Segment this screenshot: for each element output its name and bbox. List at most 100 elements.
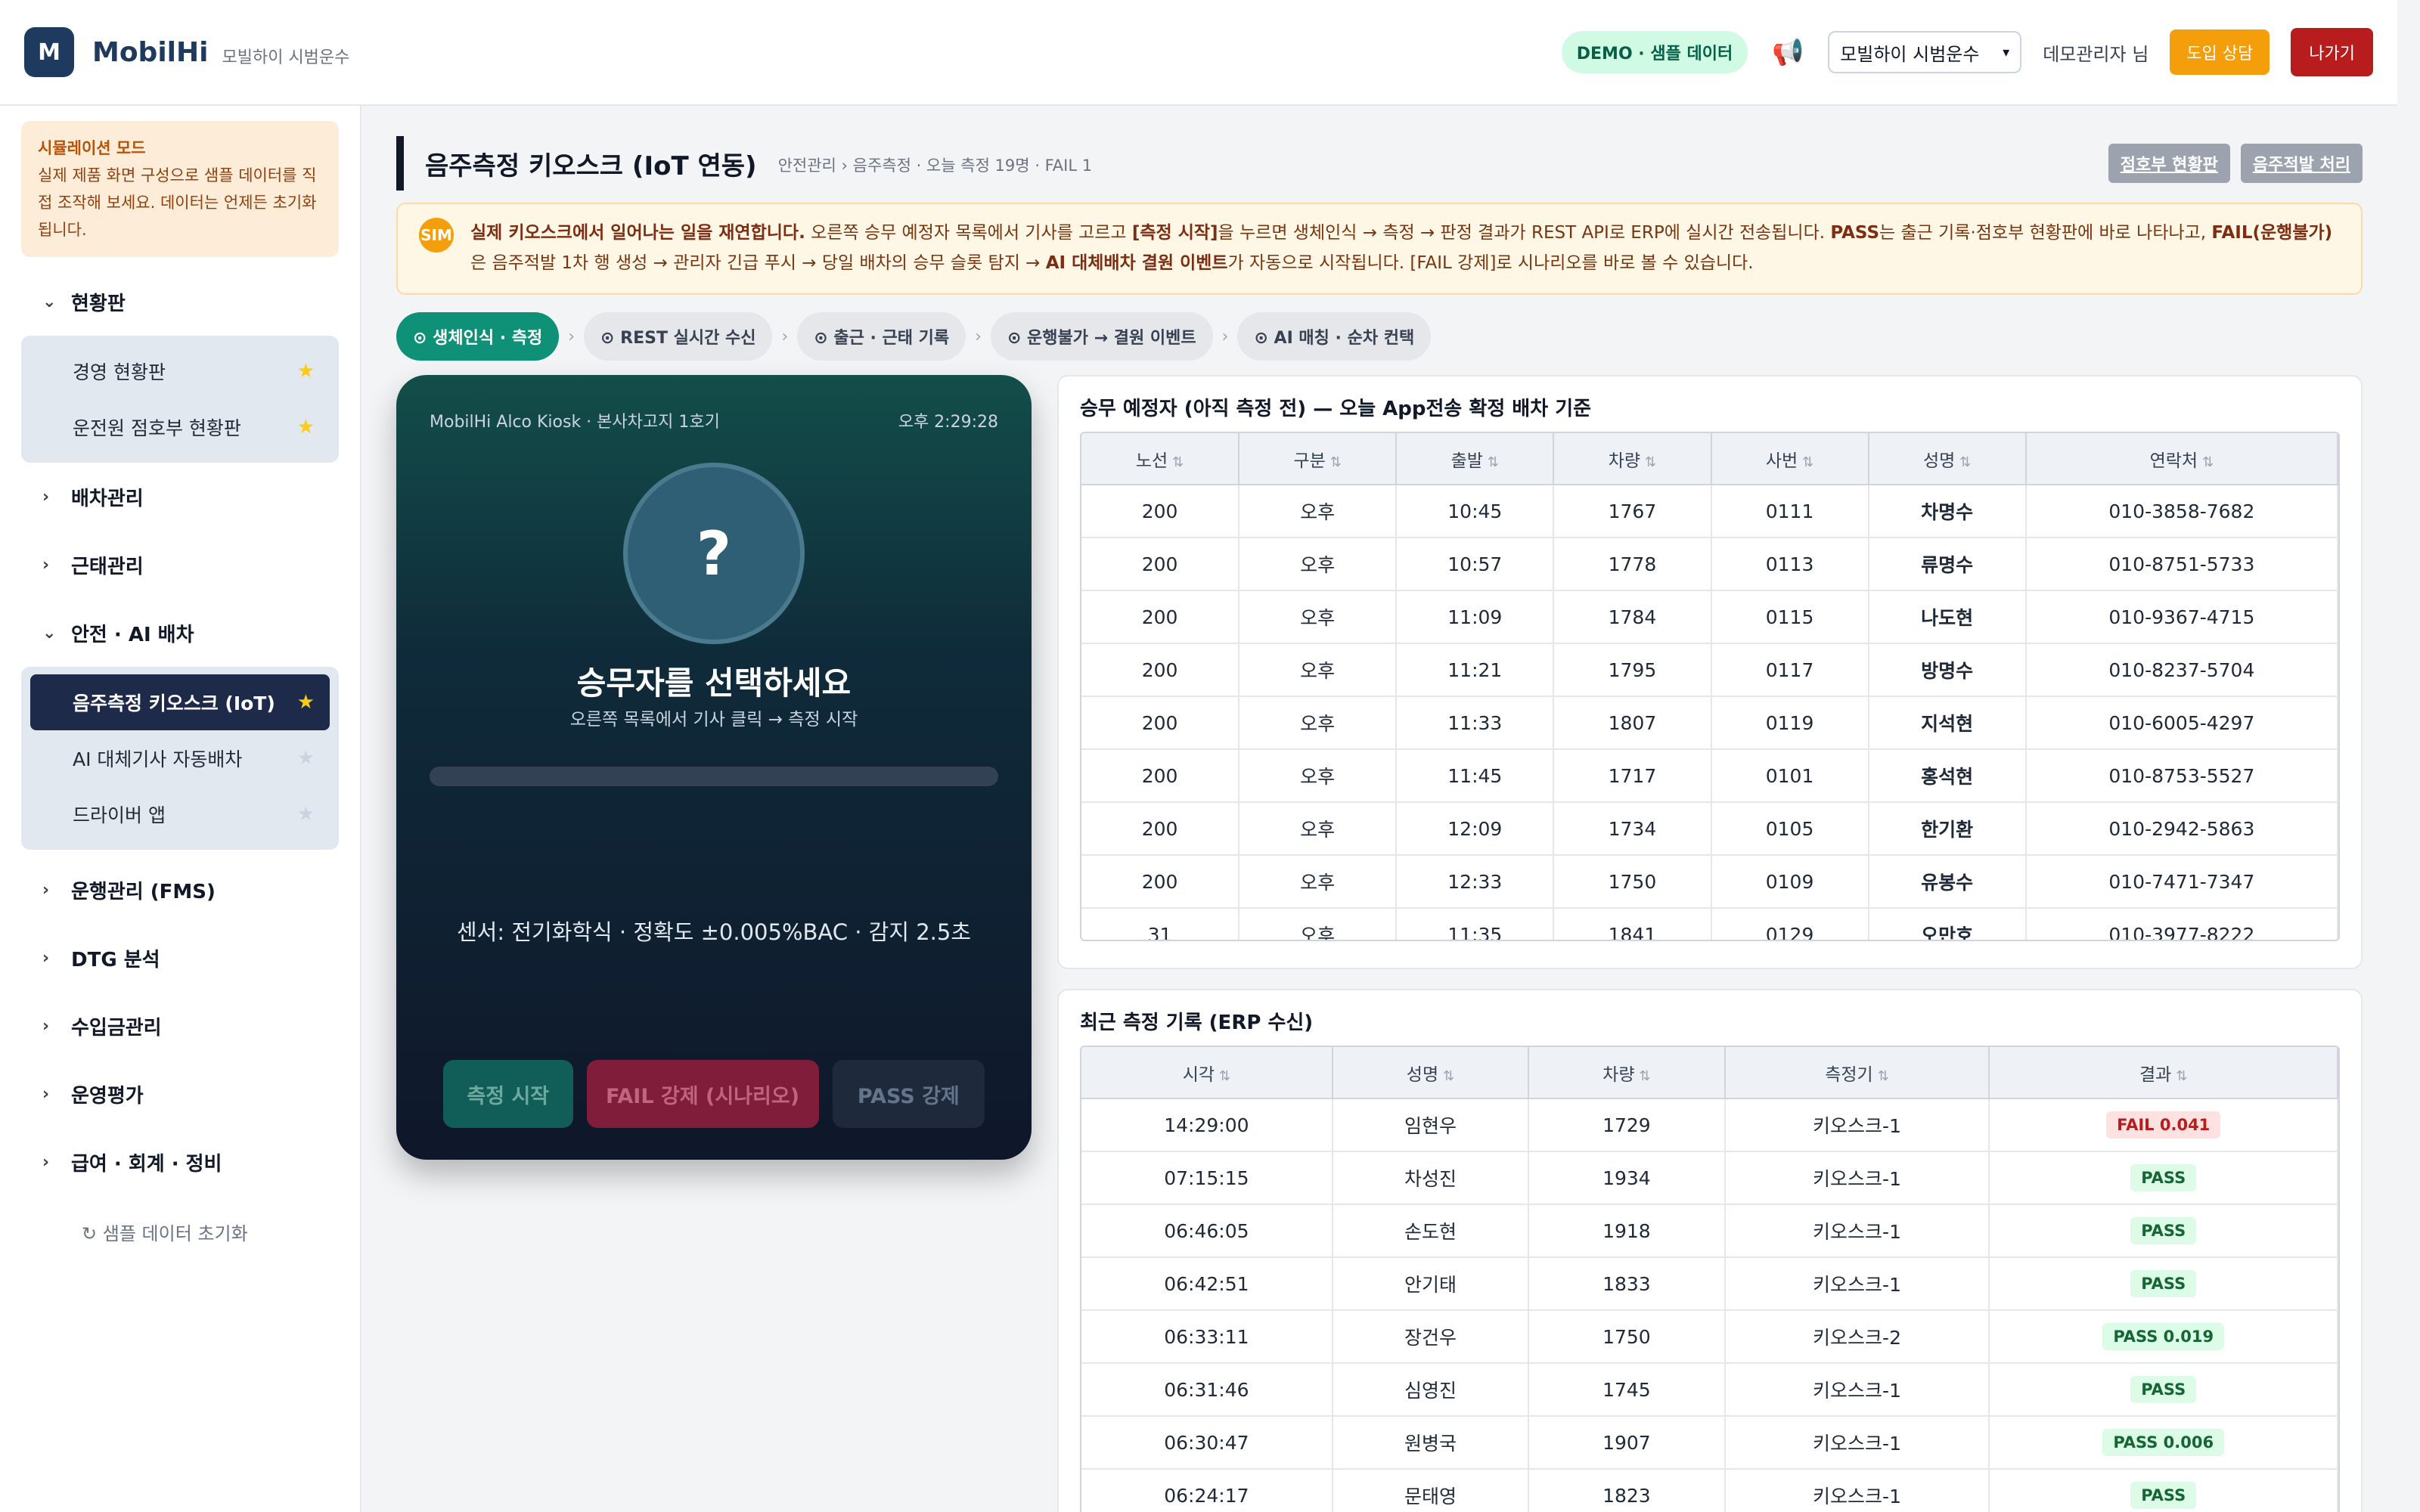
- scheduled-drivers-panel: 승무 예정자 (아직 측정 전) — 오늘 App전송 확정 배차 기준 노선 ⇅…: [1057, 375, 2363, 969]
- record-row[interactable]: 06:30:47 원병국 1907 키오스크-1 PASS 0.006: [1081, 1416, 2338, 1470]
- sidebar-group-label: DTG 분석: [71, 948, 160, 971]
- sort-icon[interactable]: ⇅: [1219, 1068, 1230, 1084]
- megaphone-icon[interactable]: 📢: [1769, 37, 1807, 67]
- scheduled-driver-row[interactable]: 200 오후 11:45 1717 0101 홍석현 010-8753-5527: [1081, 749, 2338, 803]
- dui-handling-button[interactable]: 음주적발 처리: [2240, 144, 2363, 183]
- step-ai-matching[interactable]: ⊙ AI 매칭 · 순차 컨택: [1237, 312, 1432, 361]
- scheduled-driver-row[interactable]: 200 오후 11:09 1784 0115 나도현 010-9367-4715: [1081, 590, 2338, 644]
- sidebar-item-exec-dashboard[interactable]: 경영 현황판 ★: [30, 343, 330, 399]
- record-row[interactable]: 06:24:17 문태영 1823 키오스크-1 PASS: [1081, 1469, 2338, 1512]
- table-cell: 200: [1081, 643, 1240, 697]
- sort-icon[interactable]: ⇅: [1878, 1068, 1889, 1084]
- record-row[interactable]: 07:15:15 차성진 1934 키오스크-1 PASS: [1081, 1151, 2338, 1205]
- star-icon[interactable]: ★: [297, 747, 315, 770]
- page-header: 음주측정 키오스크 (IoT 연동) 안전관리 › 음주측정 · 오늘 측정 1…: [396, 136, 2363, 191]
- table-cell: 200: [1081, 802, 1240, 856]
- sort-icon[interactable]: ⇅: [1488, 454, 1499, 470]
- column-header[interactable]: 노선 ⇅: [1081, 433, 1240, 485]
- banner-segment: 는 출근 기록·점호부 현황판에 바로 나타나고,: [1879, 223, 2212, 243]
- column-header[interactable]: 차량 ⇅: [1553, 433, 1712, 485]
- scheduled-driver-row[interactable]: 200 오후 11:21 1795 0117 방명수 010-8237-5704: [1081, 643, 2338, 697]
- sidebar-group-fms[interactable]: › 운행관리 (FMS): [21, 856, 339, 924]
- sort-icon[interactable]: ⇅: [2202, 454, 2214, 470]
- star-icon[interactable]: ★: [297, 691, 315, 714]
- column-header[interactable]: 차량 ⇅: [1528, 1047, 1726, 1099]
- column-header[interactable]: 성명 ⇅: [1332, 1047, 1530, 1099]
- force-pass-button[interactable]: PASS 강제: [832, 1060, 985, 1128]
- sort-icon[interactable]: ⇅: [1330, 454, 1342, 470]
- record-row[interactable]: 06:46:05 손도현 1918 키오스크-1 PASS: [1081, 1204, 2338, 1258]
- scheduled-driver-row[interactable]: 200 오후 11:33 1807 0119 지석현 010-6005-4297: [1081, 696, 2338, 750]
- table-cell: 키오스크-2: [1724, 1310, 1990, 1364]
- column-header[interactable]: 구분 ⇅: [1239, 433, 1398, 485]
- sidebar-group-label: 급여 · 회계 · 정비: [71, 1152, 222, 1176]
- sidebar-group-dashboard[interactable]: ⌄ 현황판: [21, 268, 339, 336]
- logo-icon[interactable]: M: [24, 27, 74, 77]
- sidebar-group-dispatch[interactable]: › 배차관리: [21, 463, 339, 531]
- sort-icon[interactable]: ⇅: [1802, 454, 1813, 470]
- consult-button[interactable]: 도입 상담: [2170, 29, 2270, 75]
- star-icon[interactable]: ★: [297, 360, 315, 383]
- reset-sample-data-button[interactable]: ↻ 샘플 데이터 초기화: [21, 1219, 339, 1245]
- sidebar-item-driver-app[interactable]: 드라이버 앱 ★: [30, 786, 330, 842]
- star-icon[interactable]: ★: [297, 803, 315, 826]
- company-select[interactable]: 모빌하이 시범운수 ▾: [1828, 31, 2022, 73]
- table-cell: 키오스크-1: [1724, 1098, 1990, 1152]
- sort-icon[interactable]: ⇅: [1640, 1068, 1651, 1084]
- sidebar-group-attendance[interactable]: › 근태관리: [21, 531, 339, 599]
- sidebar-group-revenue[interactable]: › 수입금관리: [21, 992, 339, 1060]
- sidebar-item-ai-dispatch[interactable]: AI 대체기사 자동배차 ★: [30, 730, 330, 786]
- sidebar-group-dtg[interactable]: › DTG 분석: [21, 924, 339, 992]
- banner-emphasis: AI 대체배차 결원 이벤트: [1045, 253, 1228, 273]
- record-row[interactable]: 06:31:46 심영진 1745 키오스크-1 PASS: [1081, 1363, 2338, 1417]
- sidebar-group-evaluation[interactable]: › 운영평가: [21, 1060, 339, 1128]
- table-cell: PASS 0.019: [1989, 1310, 2338, 1364]
- column-header[interactable]: 출발 ⇅: [1396, 433, 1555, 485]
- column-header[interactable]: 성명 ⇅: [1868, 433, 2027, 485]
- sidebar-item-rollcall-dashboard[interactable]: 운전원 점호부 현황판 ★: [30, 399, 330, 455]
- chevron-right-icon: ›: [781, 327, 789, 346]
- result-badge: PASS: [2130, 1164, 2197, 1191]
- step-attendance[interactable]: ⊙ 출근 · 근태 기록: [797, 312, 966, 361]
- start-measure-button[interactable]: 측정 시작: [443, 1060, 573, 1128]
- exit-button[interactable]: 나가기: [2291, 28, 2373, 76]
- table-cell: 홍석현: [1868, 749, 2027, 803]
- sort-icon[interactable]: ⇅: [1645, 454, 1656, 470]
- sort-icon[interactable]: ⇅: [1172, 454, 1184, 470]
- table-cell: 12:09: [1396, 802, 1555, 856]
- chevron-right-icon: ›: [42, 487, 50, 507]
- record-row[interactable]: 06:33:11 장건우 1750 키오스크-2 PASS 0.019: [1081, 1310, 2338, 1364]
- scheduled-driver-row[interactable]: 200 오후 10:45 1767 0111 차명수 010-3858-7682: [1081, 485, 2338, 538]
- scheduled-driver-row[interactable]: 200 오후 12:09 1734 0105 한기환 010-2942-5863: [1081, 802, 2338, 856]
- table-cell: 나도현: [1868, 590, 2027, 644]
- column-header[interactable]: 연락처 ⇅: [2025, 433, 2338, 485]
- table-cell: 0117: [1711, 643, 1869, 697]
- brand-name[interactable]: MobilHi: [92, 37, 208, 68]
- column-header[interactable]: 시각 ⇅: [1081, 1047, 1333, 1099]
- sort-icon[interactable]: ⇅: [1443, 1068, 1454, 1084]
- column-header[interactable]: 측정기 ⇅: [1724, 1047, 1990, 1099]
- force-fail-button[interactable]: FAIL 강제 (시나리오): [586, 1060, 819, 1128]
- star-icon[interactable]: ★: [297, 416, 315, 438]
- scheduled-driver-row[interactable]: 200 오후 10:57 1778 0113 류명수 010-8751-5733: [1081, 538, 2338, 591]
- sidebar-group-payroll[interactable]: › 급여 · 회계 · 정비: [21, 1128, 339, 1196]
- table-cell: 010-2942-5863: [2025, 802, 2338, 856]
- table-cell: 1745: [1528, 1363, 1726, 1417]
- step-vacancy[interactable]: ⊙ 운행불가 → 결원 이벤트: [990, 312, 1213, 361]
- sort-icon[interactable]: ⇅: [1959, 454, 1971, 470]
- scheduled-driver-row[interactable]: 31 오후 11:35 1841 0129 오만호 010-3977-8222: [1081, 908, 2338, 940]
- column-header[interactable]: 사번 ⇅: [1711, 433, 1869, 485]
- sort-icon[interactable]: ⇅: [2176, 1068, 2187, 1084]
- column-header[interactable]: 결과 ⇅: [1989, 1047, 2338, 1099]
- record-row[interactable]: 06:42:51 안기태 1833 키오스크-1 PASS: [1081, 1257, 2338, 1311]
- step-biometric[interactable]: ⊙ 생체인식 · 측정: [396, 312, 560, 361]
- table-cell: 010-8753-5527: [2025, 749, 2338, 803]
- rollcall-dashboard-button[interactable]: 점호부 현황판: [2108, 144, 2230, 183]
- record-row[interactable]: 14:29:00 임현우 1729 키오스크-1 FAIL 0.041: [1081, 1098, 2338, 1152]
- step-rest[interactable]: ⊙ REST 실시간 수신: [584, 312, 773, 361]
- sidebar-group-label: 배차관리: [71, 487, 144, 510]
- scheduled-driver-row[interactable]: 200 오후 12:33 1750 0109 유봉수 010-7471-7347: [1081, 855, 2338, 909]
- sidebar-group-safety[interactable]: ⌄ 안전 · AI 배차: [21, 599, 339, 667]
- table-cell: 차성진: [1332, 1151, 1530, 1205]
- sidebar-item-alco-kiosk[interactable]: 음주측정 키오스크 (IoT) ★: [30, 674, 330, 730]
